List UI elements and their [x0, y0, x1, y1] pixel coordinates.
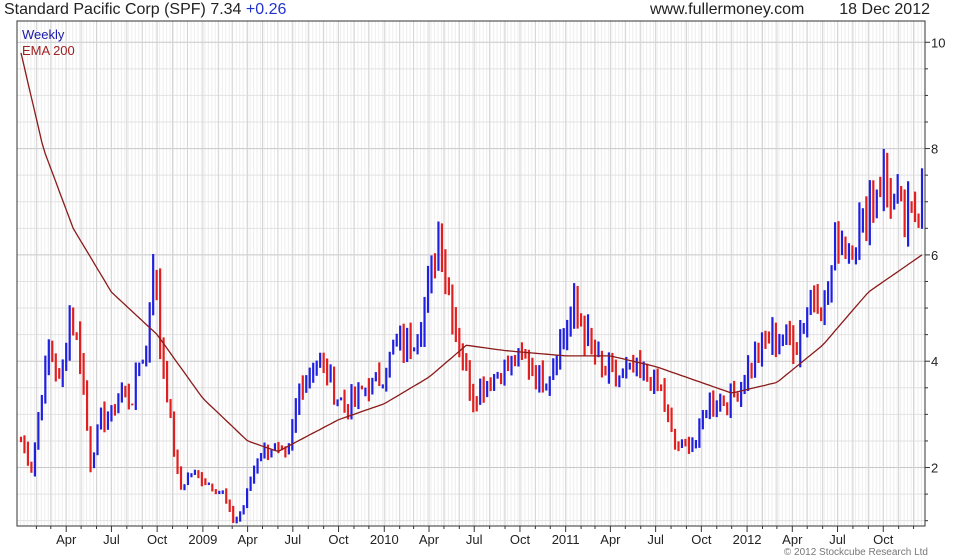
x-tick-label: Oct [510, 532, 531, 547]
x-tick-label: 2011 [552, 532, 580, 547]
x-tick-label: Jul [647, 532, 664, 547]
y-tick-label: 6 [931, 248, 938, 263]
x-tick-label: Apr [600, 532, 621, 547]
x-tick-label: Jul [829, 532, 846, 547]
x-tick-label: 2012 [733, 532, 762, 547]
y-tick-label: 10 [931, 35, 945, 50]
y-tick-label: 4 [931, 354, 938, 369]
legend-ema: EMA 200 [22, 43, 75, 58]
x-tick-label: Jul [285, 532, 302, 547]
x-tick-label: Oct [873, 532, 894, 547]
x-tick-label: Apr [237, 532, 258, 547]
copyright-note: © 2012 Stockcube Research Ltd [783, 547, 928, 558]
y-tick-label: 2 [931, 461, 938, 476]
y-tick-label: 8 [931, 142, 938, 157]
x-tick-label: Apr [782, 532, 803, 547]
x-tick-label: Oct [691, 532, 712, 547]
x-tick-label: Apr [56, 532, 77, 547]
x-tick-label: Oct [328, 532, 349, 547]
x-tick-label: Apr [419, 532, 440, 547]
x-tick-label: 2009 [188, 532, 217, 547]
x-tick-label: Oct [147, 532, 168, 547]
x-tick-label: Jul [103, 532, 120, 547]
x-tick-label: 2010 [370, 532, 399, 547]
x-tick-label: Jul [466, 532, 483, 547]
price-chart: 2 4 6 8 10 Apr Jul Oct 2009 Apr Jul Oct 2010 Apr Jul Oc… [16, 20, 945, 547]
chart-root: Standard Pacific Corp (SPF) 7.34 +0.26 w… [0, 0, 980, 560]
legend-weekly: Weekly [22, 27, 65, 42]
